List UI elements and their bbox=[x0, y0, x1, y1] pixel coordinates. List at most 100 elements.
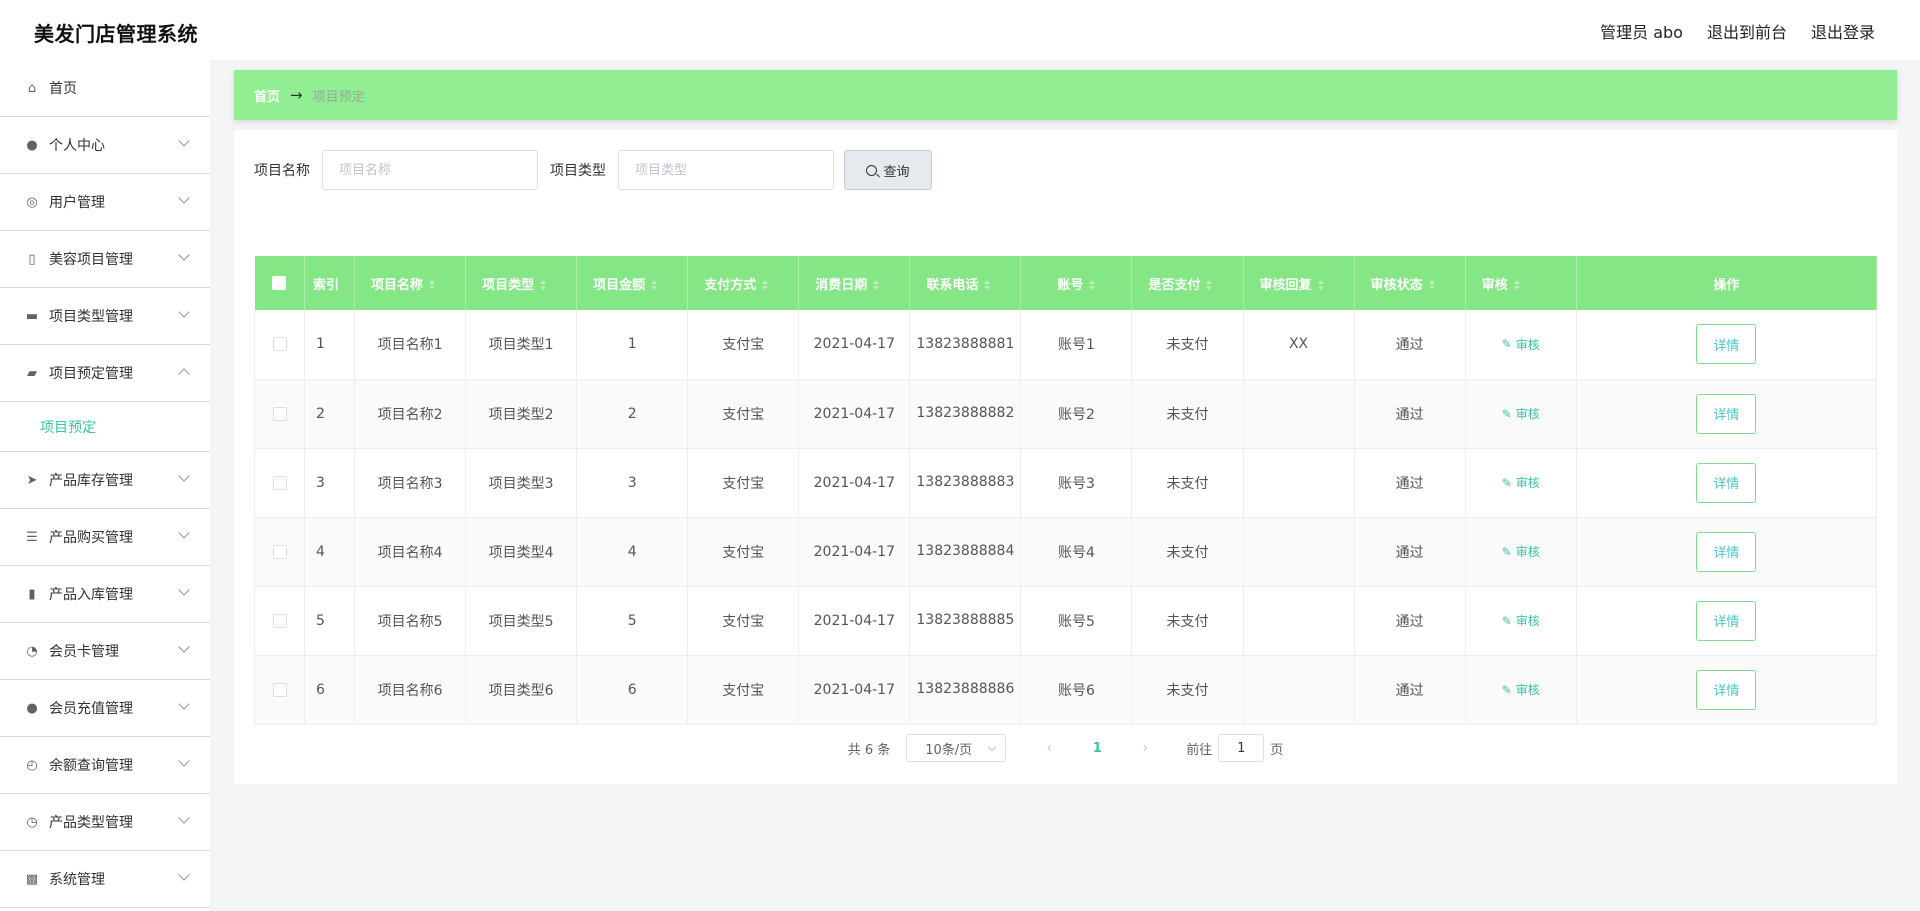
sort-icon[interactable] bbox=[540, 280, 547, 290]
chevron-down-icon bbox=[178, 249, 190, 261]
cell-date: 2021-04-17 bbox=[798, 655, 911, 725]
sidebar-item[interactable]: ◎ 用户管理 bbox=[0, 174, 210, 231]
row-checkbox[interactable] bbox=[272, 475, 287, 490]
column-header-label: 联系电话 bbox=[926, 277, 979, 293]
goto-page-input[interactable] bbox=[1218, 734, 1265, 762]
column-header[interactable]: 索引 bbox=[304, 256, 356, 310]
type-search-input[interactable] bbox=[618, 150, 834, 190]
column-header[interactable]: 消费日期 bbox=[798, 256, 911, 310]
query-button[interactable]: 查询 bbox=[844, 150, 932, 190]
page-number[interactable]: 1 bbox=[1082, 741, 1112, 756]
name-search-input[interactable] bbox=[322, 150, 538, 190]
search-form: 项目名称 项目类型 查询 bbox=[254, 150, 932, 190]
column-header[interactable]: 审核 bbox=[1465, 256, 1577, 310]
sidebar-item[interactable]: ▮ 产品入库管理 bbox=[0, 566, 210, 623]
chevron-down-icon bbox=[178, 192, 190, 204]
sidebar-item[interactable]: ▬ 项目类型管理 bbox=[0, 288, 210, 345]
sidebar-item[interactable]: ◔ 会员卡管理 bbox=[0, 623, 210, 680]
detail-button[interactable]: 详情 bbox=[1696, 393, 1757, 434]
sidebar-item-label: 产品类型管理 bbox=[49, 815, 133, 831]
chevron-down-icon bbox=[178, 869, 190, 881]
cell-pay-method: 支付宝 bbox=[687, 517, 800, 587]
cell-phone: 13823888886 bbox=[909, 655, 1022, 725]
column-header[interactable]: 项目金额 bbox=[576, 256, 689, 310]
sidebar-item[interactable]: ◴ 余额查询管理 bbox=[0, 737, 210, 794]
detail-button[interactable]: 详情 bbox=[1696, 669, 1757, 710]
to-front-link[interactable]: 退出到前台 bbox=[1707, 19, 1787, 43]
top-header: 美发门店管理系统 管理员 abo 退出到前台 退出登录 bbox=[0, 0, 1920, 60]
detail-button[interactable]: 详情 bbox=[1696, 324, 1757, 365]
row-checkbox[interactable] bbox=[272, 682, 287, 697]
column-header[interactable]: 审核状态 bbox=[1354, 256, 1466, 310]
sort-icon[interactable] bbox=[1317, 280, 1324, 290]
row-checkbox[interactable] bbox=[272, 337, 287, 352]
cell-actions: 详情 bbox=[1576, 517, 1878, 587]
cell-reply bbox=[1243, 379, 1355, 449]
sidebar-item[interactable]: ⌂ 首页 bbox=[0, 60, 210, 117]
audit-link[interactable]: ✎ 审核 bbox=[1502, 681, 1540, 698]
sort-icon[interactable] bbox=[873, 280, 880, 290]
column-header-label: 项目金额 bbox=[593, 277, 646, 293]
sidebar-item[interactable]: ☰ 产品购买管理 bbox=[0, 509, 210, 566]
prev-page-icon[interactable]: ‹ bbox=[1034, 740, 1064, 756]
page-size-select[interactable]: 10条/页 bbox=[906, 734, 1007, 762]
cell-account: 账号3 bbox=[1020, 448, 1133, 518]
sidebar-item[interactable]: ▰ 项目预定管理 bbox=[0, 345, 210, 402]
audit-link[interactable]: ✎ 审核 bbox=[1502, 543, 1540, 560]
column-header[interactable]: 是否支付 bbox=[1131, 256, 1244, 310]
audit-link[interactable]: ✎ 审核 bbox=[1502, 474, 1540, 491]
column-header-label: 账号 bbox=[1057, 277, 1084, 293]
audit-link-label: 审核 bbox=[1515, 614, 1540, 628]
cell-audit: ✎ 审核 bbox=[1465, 448, 1577, 518]
sidebar-item[interactable]: ● 会员充值管理 bbox=[0, 680, 210, 737]
row-checkbox[interactable] bbox=[272, 406, 287, 421]
row-checkbox[interactable] bbox=[272, 544, 287, 559]
audit-link[interactable]: ✎ 审核 bbox=[1502, 405, 1540, 422]
sort-icon[interactable] bbox=[1089, 280, 1096, 290]
breadcrumb-home[interactable]: 首页 bbox=[254, 86, 280, 105]
column-header[interactable]: 审核回复 bbox=[1243, 256, 1355, 310]
cell-date: 2021-04-17 bbox=[798, 310, 911, 380]
sidebar-item[interactable]: ● 个人中心 bbox=[0, 117, 210, 174]
column-header[interactable]: 项目类型 bbox=[465, 256, 578, 310]
logout-link[interactable]: 退出登录 bbox=[1811, 19, 1875, 43]
row-checkbox[interactable] bbox=[272, 613, 287, 628]
column-header[interactable]: 项目名称 bbox=[354, 256, 467, 310]
table-row: 3 项目名称3 项目类型3 3 支付宝 2021-04-17 13823888883 账号3 未… bbox=[253, 448, 1878, 518]
audit-link[interactable]: ✎ 审核 bbox=[1502, 612, 1540, 629]
column-header[interactable]: 操作 bbox=[1576, 256, 1878, 310]
column-header[interactable]: 联系电话 bbox=[909, 256, 1022, 310]
send-icon: ➤ bbox=[26, 472, 38, 488]
detail-button[interactable]: 详情 bbox=[1696, 462, 1757, 503]
sort-icon[interactable] bbox=[429, 280, 436, 290]
sidebar-item[interactable]: ▩ 系统管理 bbox=[0, 851, 210, 908]
sort-icon[interactable] bbox=[762, 280, 769, 290]
next-page-icon[interactable]: › bbox=[1130, 740, 1160, 756]
cell-paid: 未支付 bbox=[1131, 310, 1244, 380]
cell-index: 4 bbox=[304, 517, 356, 587]
sidebar-item-label: 个人中心 bbox=[49, 138, 105, 154]
column-header[interactable]: 支付方式 bbox=[687, 256, 800, 310]
cell-index: 1 bbox=[304, 310, 356, 380]
select-all-checkbox[interactable] bbox=[272, 276, 287, 290]
sort-icon[interactable] bbox=[1513, 280, 1520, 290]
detail-button[interactable]: 详情 bbox=[1696, 600, 1757, 641]
cell-index: 6 bbox=[304, 655, 356, 725]
detail-button[interactable]: 详情 bbox=[1696, 531, 1757, 572]
cell-phone: 13823888882 bbox=[909, 379, 1022, 449]
sidebar-item[interactable]: ◷ 产品类型管理 bbox=[0, 794, 210, 851]
cell-type: 项目类型1 bbox=[465, 310, 578, 380]
sidebar-item[interactable]: ▯ 美容项目管理 bbox=[0, 231, 210, 288]
column-header[interactable]: 账号 bbox=[1020, 256, 1133, 310]
sort-icon[interactable] bbox=[984, 280, 991, 290]
audit-link[interactable]: ✎ 审核 bbox=[1502, 336, 1540, 353]
cell-audit: ✎ 审核 bbox=[1465, 379, 1577, 449]
sidebar-item[interactable]: ➤ 产品库存管理 bbox=[0, 452, 210, 509]
sidebar-subitem-reservation[interactable]: 项目预定 bbox=[0, 402, 210, 452]
sort-icon[interactable] bbox=[1428, 280, 1435, 290]
table-row: 4 项目名称4 项目类型4 4 支付宝 2021-04-17 13823888884 账号4 未… bbox=[253, 517, 1878, 587]
table-row: 5 项目名称5 项目类型5 5 支付宝 2021-04-17 13823888885 账号5 未… bbox=[253, 586, 1878, 656]
sort-icon[interactable] bbox=[1206, 280, 1213, 290]
sort-icon[interactable] bbox=[651, 280, 658, 290]
cell-pay-method: 支付宝 bbox=[687, 586, 800, 656]
